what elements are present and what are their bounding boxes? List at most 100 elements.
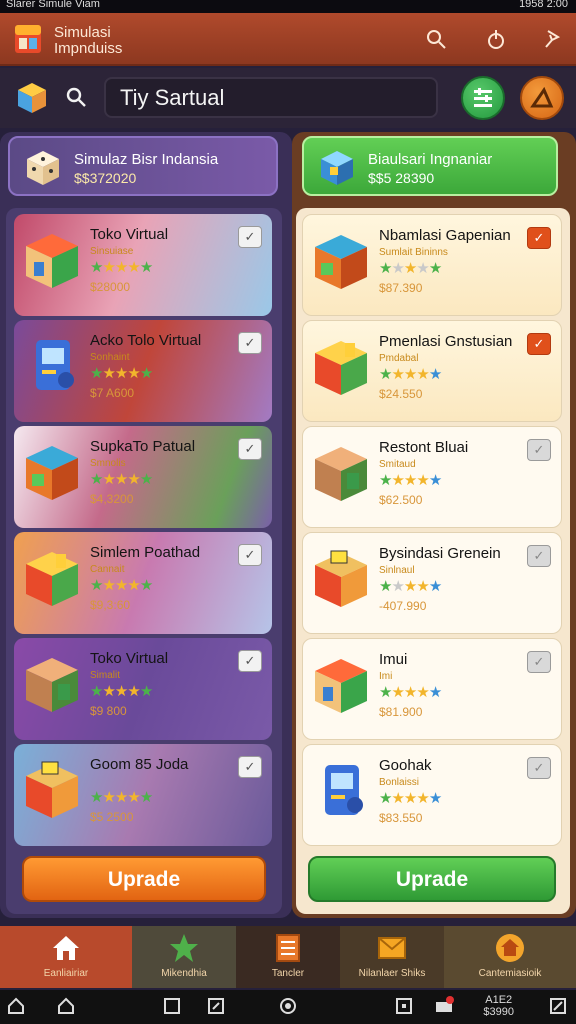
banner-price: $$5 28390 [368,170,435,186]
tab-favorites[interactable]: Mikendhia [132,926,236,988]
item-card[interactable]: Bysindasi Grenein Sinlnaul ★★★★★ -407.990 ✓ [302,532,562,634]
item-name: Restont Bluai [379,439,469,456]
star-icon: ★ [90,259,103,276]
pin-icon[interactable] [540,27,564,51]
item-icon [311,335,371,401]
item-icon [22,758,82,824]
item-price: $81.900 [379,705,423,719]
item-card[interactable]: Toko Virtual Sinsuiase ★★★★★ $28000 ✓ [14,214,272,316]
star-icon: ★ [428,472,442,489]
upgrade-button[interactable]: Uprade [22,856,266,902]
star-icon: ★ [403,578,417,595]
alert-button[interactable] [520,76,564,120]
star-icon: ★ [139,471,153,488]
select-checkbox[interactable]: ✓ [527,545,551,567]
select-checkbox[interactable]: ✓ [238,544,262,566]
star-icon: ★ [416,366,429,383]
select-checkbox[interactable]: ✓ [238,650,262,672]
circle-icon[interactable] [278,996,298,1016]
star-icon: ★ [391,472,404,489]
star-icon: ★ [139,365,153,382]
select-checkbox[interactable]: ✓ [238,438,262,460]
filter-button[interactable] [461,76,505,120]
recents-icon[interactable] [162,996,182,1016]
star-icon: ★ [379,684,392,701]
star-icon: ★ [416,578,429,595]
rating-stars: ★★★★★ [379,683,442,701]
item-icon [22,440,82,506]
item-price: $24.550 [379,387,423,401]
item-card[interactable]: Nbamlasi Gapenian Sumlait Bininns ★★★★★ $87… [302,214,562,316]
tab-list[interactable]: Tancler [236,926,340,988]
close-icon[interactable] [548,996,568,1016]
select-checkbox[interactable]: ✓ [527,227,551,249]
edit-icon[interactable] [206,996,226,1016]
item-icon [311,229,371,295]
star-icon: ★ [102,577,115,594]
star-icon: ★ [428,684,442,701]
item-icon [22,334,82,400]
star-icon: ★ [139,683,153,700]
app-bar: Simulasi Impnduiss [0,13,576,66]
star-icon: ★ [127,259,140,276]
tab-messages[interactable]: Nilanlaer Shiks [340,926,444,988]
search-input[interactable]: Tiy Sartual [104,77,438,118]
star-icon: ★ [416,260,429,277]
item-card[interactable]: Acko Tolo Virtual Sonhaint ★★★★★ $7 A600 ✓ [14,320,272,422]
list-icon [276,934,300,962]
status-right-text: 1958 2:00 [519,0,568,10]
home-icon[interactable] [56,996,76,1016]
system-clock: A1E2 $3990 [483,994,514,1018]
item-card[interactable]: Imui Imi ★★★★★ $81.900 ✓ [302,638,562,740]
left-banner[interactable]: Simulaz Bisr Indansia $$372020 [8,136,278,196]
cube-icon[interactable] [14,80,50,116]
star-icon: ★ [391,260,404,277]
bottom-nav: Eanliairiar Mikendhia Tancler Nilanlaer … [0,926,576,988]
star-icon: ★ [90,471,103,488]
select-checkbox[interactable]: ✓ [527,651,551,673]
item-name: Toko Virtual [90,226,169,243]
tab-community[interactable]: Cantemiasioik [444,926,576,988]
item-card[interactable]: Goom 85 Joda ★★★★★ $5 2500 ✓ [14,744,272,846]
item-subtitle: Smitaud [379,459,416,470]
tab-label: Nilanlaer Shiks [358,968,426,979]
search-icon[interactable] [64,85,88,109]
item-card[interactable]: Restont Bluai Smitaud ★★★★★ $62.500 ✓ [302,426,562,528]
select-checkbox[interactable]: ✓ [527,439,551,461]
item-card[interactable]: Toko Virtual Simalit ★★★★★ $9 800 ✓ [14,638,272,740]
item-card[interactable]: SupkaTo Patual Smnolis ★★★★★ $4,3200 ✓ [14,426,272,528]
select-checkbox[interactable]: ✓ [238,756,262,778]
item-card[interactable]: Goohak Bonlaissi ★★★★★ $83.550 ✓ [302,744,562,846]
cube-icon [321,151,353,185]
item-name: Bysindasi Grenein [379,545,501,562]
tab-home[interactable]: Eanliairiar [0,926,132,988]
item-price: -407.990 [379,599,427,613]
select-checkbox[interactable]: ✓ [238,226,262,248]
select-checkbox[interactable]: ✓ [527,757,551,779]
rating-stars: ★★★★★ [90,364,153,382]
back-icon[interactable] [6,996,26,1016]
item-price: $62.500 [379,493,423,507]
apps-icon[interactable] [434,996,454,1016]
item-subtitle: Pmdabal [379,353,419,364]
app-logo-icon[interactable] [10,21,46,57]
rating-stars: ★★★★★ [90,258,153,276]
select-checkbox[interactable]: ✓ [527,333,551,355]
banner-title: Simulaz Bisr Indansia [74,151,219,168]
filter-icon [474,88,492,107]
right-banner[interactable]: Biaulsari Ingnaniar $$5 28390 [302,136,558,196]
star-icon: ★ [379,790,392,807]
banner-title: Biaulsari Ingnaniar [368,151,493,168]
item-subtitle: Cannait [90,564,125,575]
item-name: Goom 85 Joda [90,756,189,773]
item-card[interactable]: Pmenlasi Gnstusian Pmdabal ★★★★★ $24.550 ✓ [302,320,562,422]
banner-price: $$372020 [74,170,137,186]
square-icon[interactable] [394,996,414,1016]
rating-stars: ★★★★★ [90,576,153,594]
item-card[interactable]: Simlem Poathad Cannait ★★★★★ $9,3:60 ✓ [14,532,272,634]
search-icon[interactable] [424,27,448,51]
tag-icon[interactable] [484,27,508,51]
select-checkbox[interactable]: ✓ [238,332,262,354]
upgrade-button[interactable]: Uprade [308,856,556,902]
star-icon: ★ [127,683,140,700]
